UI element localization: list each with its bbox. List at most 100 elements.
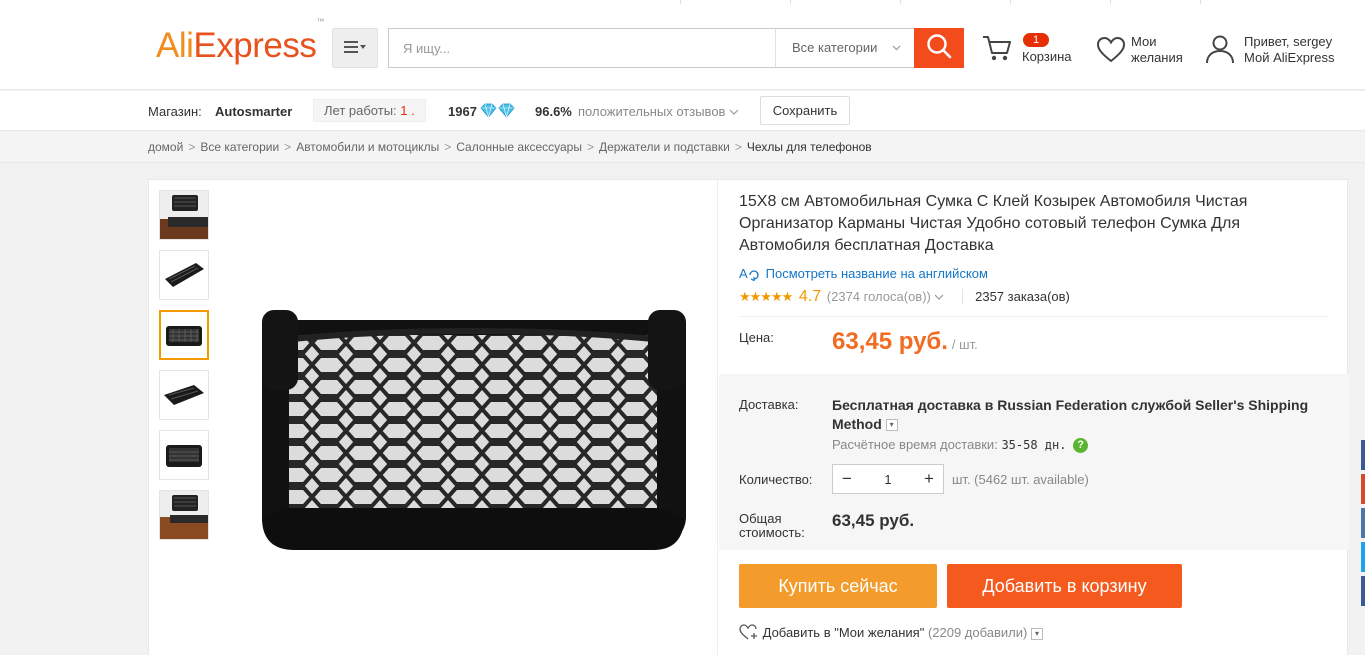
positive-feedback-dropdown[interactable]: положительных отзывов bbox=[578, 104, 739, 119]
breadcrumb-interior-accessories[interactable]: Салонные аксессуары bbox=[456, 140, 582, 154]
quantity-input[interactable] bbox=[861, 465, 915, 493]
help-icon[interactable]: ? bbox=[1073, 438, 1089, 454]
save-store-button[interactable]: Сохранить bbox=[760, 96, 850, 125]
hamburger-icon bbox=[344, 40, 366, 57]
aliexpress-logo[interactable]: AliExpress™ bbox=[156, 17, 324, 66]
price-label: Цена: bbox=[739, 330, 774, 345]
total-label: Общая стоимость: bbox=[739, 511, 805, 540]
delivery-eta-days: 35-58 дн. bbox=[1001, 438, 1067, 452]
panel-divider bbox=[717, 180, 718, 655]
positive-feedback-label: положительных отзывов bbox=[578, 104, 726, 119]
feedback-score: 1967 bbox=[448, 104, 477, 119]
user-icon bbox=[1205, 34, 1235, 69]
twitter-share-tab[interactable] bbox=[1361, 542, 1365, 572]
thumbnail-5[interactable] bbox=[159, 430, 209, 480]
votes-count-link[interactable]: (2374 голоса(ов)) bbox=[827, 289, 931, 304]
shipping-prefix: Бесплатная доставка в bbox=[832, 397, 998, 413]
search-button[interactable] bbox=[914, 28, 964, 68]
wishlist-label-line2: желания bbox=[1131, 50, 1183, 65]
breadcrumb-auto-moto[interactable]: Автомобили и мотоциклы bbox=[296, 140, 439, 154]
heart-plus-icon bbox=[739, 624, 759, 640]
categories-menu-button[interactable] bbox=[332, 28, 378, 68]
thumbnail-4[interactable] bbox=[159, 370, 209, 420]
thumbnail-2[interactable] bbox=[159, 250, 209, 300]
thumbnail-gallery bbox=[159, 190, 209, 550]
account-label: Привет, sergey Мой AliExpress bbox=[1244, 34, 1335, 66]
product-title: 15X8 см Автомобильная Сумка С Клей Козыр… bbox=[739, 193, 1248, 254]
wishlist-label-line1: Мои bbox=[1131, 34, 1157, 49]
vk-share-tab[interactable] bbox=[1361, 508, 1365, 538]
breadcrumb-trail: домой > Все категории > Автомобили и мотоцик… bbox=[148, 140, 872, 154]
side-share-tabs bbox=[1361, 440, 1365, 610]
product-main-image[interactable] bbox=[244, 310, 704, 560]
breadcrumb-phone-cases[interactable]: Чехлы для телефонов bbox=[747, 140, 872, 154]
shipping-options-dropdown[interactable]: ▾ bbox=[885, 419, 898, 432]
breadcrumb-holders[interactable]: Держатели и подставки bbox=[599, 140, 730, 154]
thumbnail-6[interactable] bbox=[159, 490, 209, 540]
wishlist-link[interactable]: Мои желания bbox=[1096, 32, 1196, 68]
rating-row: ★★★★★ 4.7 (2374 голоса(ов)) 2357 заказа(… bbox=[739, 288, 1070, 306]
logo-text-ali: Ali bbox=[156, 26, 194, 65]
view-english-title-label: Посмотреть название на английском bbox=[765, 266, 988, 281]
delivery-eta-label: Расчётное время доставки: bbox=[832, 437, 998, 452]
chevron-down-icon[interactable]: ▾ bbox=[1030, 627, 1043, 640]
shipping-label: Доставка: bbox=[739, 397, 799, 412]
cart-label: Корзина bbox=[1022, 49, 1072, 64]
shipping-country: Russian Federation bbox=[997, 397, 1128, 413]
quantity-decrease-button[interactable]: − bbox=[833, 465, 861, 493]
search-icon bbox=[926, 33, 952, 64]
search-box: Все категории bbox=[388, 28, 964, 68]
positive-feedback-pct: 96.6% bbox=[535, 104, 572, 119]
cart-icon bbox=[982, 34, 1012, 67]
facebook-share-tab[interactable] bbox=[1361, 440, 1365, 470]
share-tab[interactable] bbox=[1361, 576, 1365, 606]
store-label: Магазин: bbox=[148, 104, 202, 119]
breadcrumb: домой > Все категории > Автомобили и мотоцик… bbox=[0, 132, 1365, 163]
price-value: 63,45 руб. bbox=[832, 328, 948, 355]
heart-icon bbox=[1096, 36, 1126, 68]
divider bbox=[739, 316, 1328, 317]
store-info-bar: Магазин: Autosmarter Лет работы: 1 . 196… bbox=[0, 91, 1365, 131]
my-aliexpress-label: Мой AliExpress bbox=[1244, 50, 1335, 65]
store-years-badge: Лет работы: 1 . bbox=[313, 99, 426, 122]
chevron-down-icon bbox=[892, 29, 901, 84]
top-utility-bar bbox=[0, 0, 1365, 4]
wishlist-count: (2209 добавили) bbox=[927, 625, 1028, 640]
orders-count: 2357 заказа(ов) bbox=[962, 289, 1070, 304]
search-category-select[interactable]: Все категории bbox=[775, 29, 915, 67]
account-link[interactable]: Привет, sergey Мой AliExpress bbox=[1205, 32, 1355, 68]
store-years-label: Лет работы: bbox=[324, 103, 397, 118]
quantity-increase-button[interactable]: + bbox=[915, 465, 943, 493]
add-to-wishlist[interactable]: Добавить в "Мои желания" (2209 добавили)… bbox=[739, 624, 1043, 640]
cart-count-badge: 1 bbox=[1023, 33, 1049, 47]
pinterest-share-tab[interactable] bbox=[1361, 474, 1365, 504]
product-panel: 15X8 см Автомобильная Сумка С Клей Козыр… bbox=[148, 179, 1349, 655]
thumbnail-3-selected[interactable] bbox=[159, 310, 209, 360]
wishlist-label: Мои желания bbox=[1131, 34, 1191, 66]
quantity-available: шт. (5462 шт. available) bbox=[952, 472, 1089, 487]
rating-value: 4.7 bbox=[798, 288, 822, 305]
price-unit: / шт. bbox=[951, 337, 978, 352]
view-english-title-link[interactable]: A Посмотреть название на английском bbox=[739, 266, 988, 282]
add-to-cart-button[interactable]: Добавить в корзину bbox=[947, 564, 1182, 608]
cart-link[interactable]: 1 Корзина bbox=[982, 32, 1082, 68]
chevron-down-icon[interactable] bbox=[934, 289, 944, 304]
shipping-info: Бесплатная доставка в Russian Federation… bbox=[832, 396, 1322, 434]
account-greeting: Привет, sergey bbox=[1244, 34, 1333, 49]
quantity-stepper: − + bbox=[832, 464, 944, 494]
delivery-eta: Расчётное время доставки: 35-58 дн. ? bbox=[832, 437, 1089, 454]
chevron-down-icon bbox=[729, 104, 739, 119]
logo-trademark: ™ bbox=[316, 17, 324, 27]
shipping-middle: службой bbox=[1127, 397, 1196, 413]
search-input[interactable] bbox=[389, 29, 775, 67]
breadcrumb-all-categories[interactable]: Все категории bbox=[200, 140, 279, 154]
store-name-link[interactable]: Autosmarter bbox=[215, 104, 292, 119]
breadcrumb-home[interactable]: домой bbox=[148, 140, 183, 154]
thumbnail-1[interactable] bbox=[159, 190, 209, 240]
add-to-wishlist-label: Добавить в "Мои желания" bbox=[762, 625, 925, 640]
shipping-panel: Доставка: Бесплатная доставка в Russian … bbox=[719, 374, 1349, 550]
star-rating-icon: ★★★★★ bbox=[739, 289, 793, 304]
translate-icon: A bbox=[739, 266, 760, 282]
buy-now-button[interactable]: Купить сейчас bbox=[739, 564, 937, 608]
site-header: AliExpress™ Все категории 1 Корзина Моиж… bbox=[0, 0, 1365, 90]
